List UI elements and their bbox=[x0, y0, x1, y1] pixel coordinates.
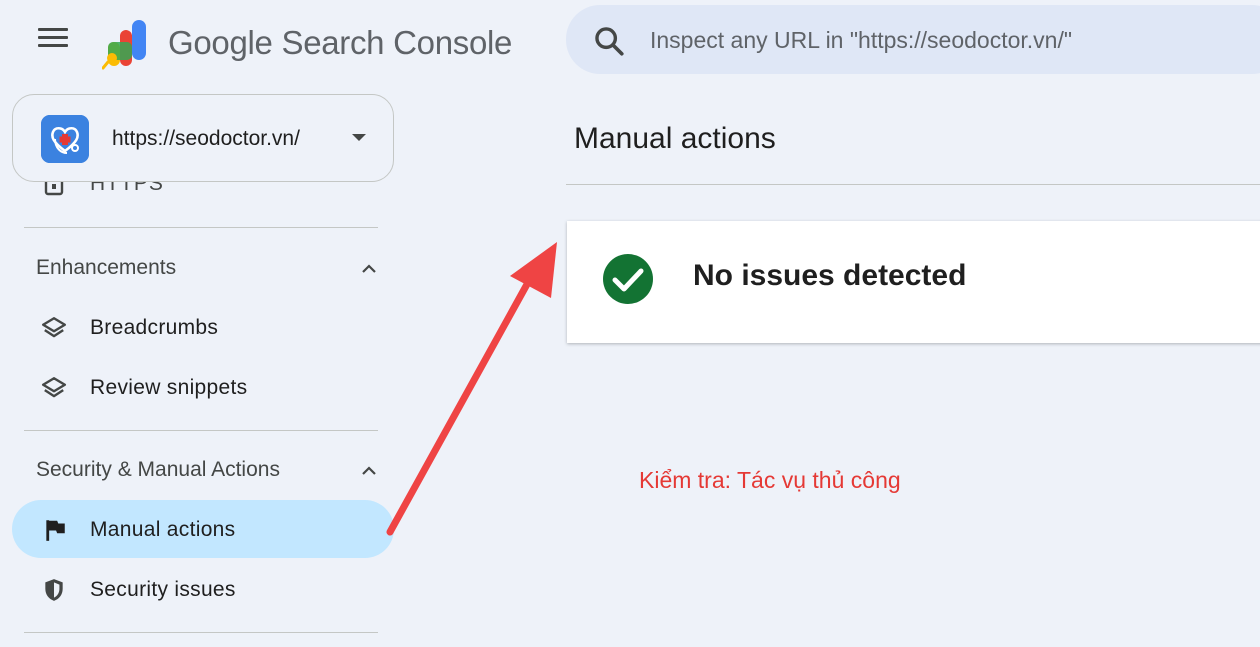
app-name: Google Search Console bbox=[168, 24, 513, 61]
sidebar-item-label: Breadcrumbs bbox=[90, 316, 219, 339]
flag-icon bbox=[46, 520, 65, 541]
sidebar-item-label: Manual actions bbox=[90, 518, 236, 541]
chevron-up-icon[interactable] bbox=[361, 261, 377, 277]
section-title-security-manual-actions[interactable]: Security & Manual Actions bbox=[36, 458, 280, 482]
sidebar-divider bbox=[24, 430, 378, 431]
url-inspection-input[interactable] bbox=[650, 22, 1250, 58]
dropdown-caret-icon[interactable] bbox=[352, 134, 366, 141]
property-favicon-icon bbox=[41, 115, 89, 163]
check-circle-icon bbox=[603, 254, 653, 304]
property-url: https://seodoctor.vn/ bbox=[112, 127, 300, 150]
sidebar-item-label: Review snippets bbox=[90, 376, 248, 399]
search-console-logo-icon bbox=[102, 20, 146, 70]
chevron-up-icon[interactable] bbox=[361, 463, 377, 479]
layers-icon bbox=[41, 317, 67, 338]
sidebar-divider bbox=[24, 227, 378, 228]
main-menu-button[interactable] bbox=[38, 28, 70, 52]
page-title: Manual actions bbox=[574, 122, 776, 155]
shield-icon bbox=[45, 579, 63, 601]
sidebar-divider bbox=[24, 632, 378, 633]
layers-icon bbox=[41, 377, 67, 398]
sidebar-item-label: Security issues bbox=[90, 578, 236, 601]
menu-icon-bar bbox=[38, 44, 68, 47]
status-message: No issues detected bbox=[693, 259, 967, 292]
annotation-text: Kiểm tra: Tác vụ thủ công bbox=[639, 467, 901, 493]
menu-icon-bar bbox=[38, 36, 68, 39]
section-title-enhancements[interactable]: Enhancements bbox=[36, 256, 176, 280]
menu-icon-bar bbox=[38, 28, 68, 31]
title-divider bbox=[566, 184, 1260, 185]
search-icon[interactable] bbox=[592, 24, 626, 58]
